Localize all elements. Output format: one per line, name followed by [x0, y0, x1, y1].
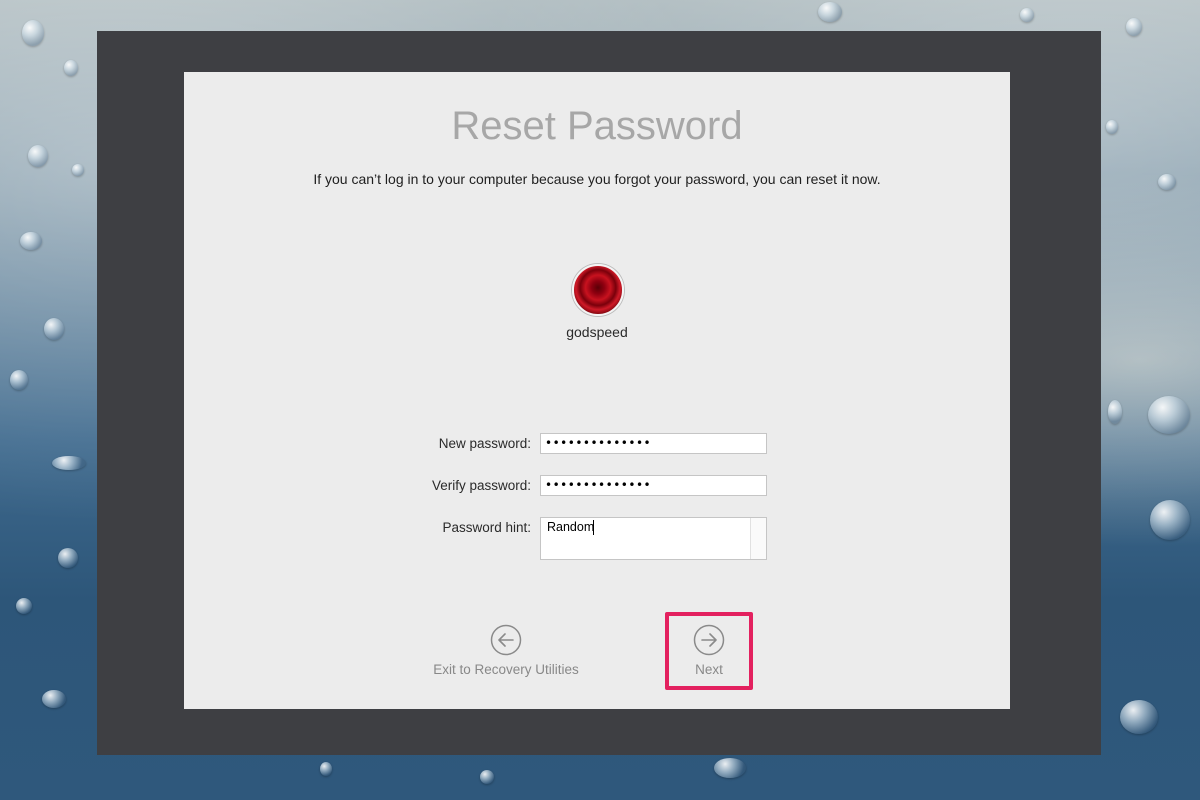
- user-avatar: [572, 264, 624, 316]
- verify-password-label: Verify password:: [431, 478, 531, 493]
- water-drop: [480, 770, 494, 784]
- water-drop: [10, 370, 28, 390]
- password-hint-field[interactable]: Random: [540, 517, 767, 560]
- water-drop: [16, 598, 32, 614]
- water-drop: [44, 318, 64, 340]
- water-drop: [1108, 400, 1122, 424]
- next-button-highlight: [665, 612, 753, 690]
- water-drop: [1150, 500, 1190, 540]
- water-drop: [20, 232, 42, 250]
- new-password-label: New password:: [438, 436, 531, 451]
- exit-recovery-button[interactable]: Exit to Recovery Utilities: [411, 624, 601, 677]
- text-caret: [593, 520, 594, 535]
- water-drop: [1120, 700, 1158, 734]
- water-drop: [818, 2, 842, 22]
- water-drop: [58, 548, 78, 568]
- password-hint-row: Password hint: Random: [184, 517, 1010, 560]
- water-drop: [72, 164, 84, 176]
- water-drop: [320, 762, 332, 776]
- recovery-window: Reset Password If you can’t log in to yo…: [97, 31, 1101, 755]
- page-title: Reset Password: [451, 104, 743, 148]
- water-drop: [42, 690, 66, 708]
- water-drop: [52, 456, 86, 470]
- new-password-row: New password: ••••••••••••••: [184, 433, 1010, 455]
- reset-password-panel: Reset Password If you can’t log in to yo…: [184, 72, 1010, 709]
- water-drop: [28, 145, 48, 167]
- water-drop: [1148, 396, 1190, 434]
- password-hint-text: Random: [547, 520, 595, 534]
- verify-password-field[interactable]: ••••••••••••••: [540, 475, 767, 496]
- back-arrow-icon: [490, 624, 522, 656]
- water-drop: [22, 20, 44, 46]
- verify-password-row: Verify password: ••••••••••••••: [184, 475, 1010, 497]
- water-drop: [1106, 120, 1118, 134]
- password-hint-label: Password hint:: [442, 520, 531, 535]
- water-drop: [64, 60, 78, 76]
- water-drop: [1158, 174, 1176, 190]
- hint-scrollbar[interactable]: [750, 518, 766, 559]
- exit-recovery-label: Exit to Recovery Utilities: [433, 662, 579, 677]
- new-password-field[interactable]: ••••••••••••••: [540, 433, 767, 454]
- water-drop: [1020, 8, 1034, 22]
- username-label: godspeed: [566, 324, 628, 340]
- water-drop: [714, 758, 746, 778]
- page-subtitle: If you can’t log in to your computer bec…: [313, 171, 881, 187]
- water-drop: [1126, 18, 1142, 36]
